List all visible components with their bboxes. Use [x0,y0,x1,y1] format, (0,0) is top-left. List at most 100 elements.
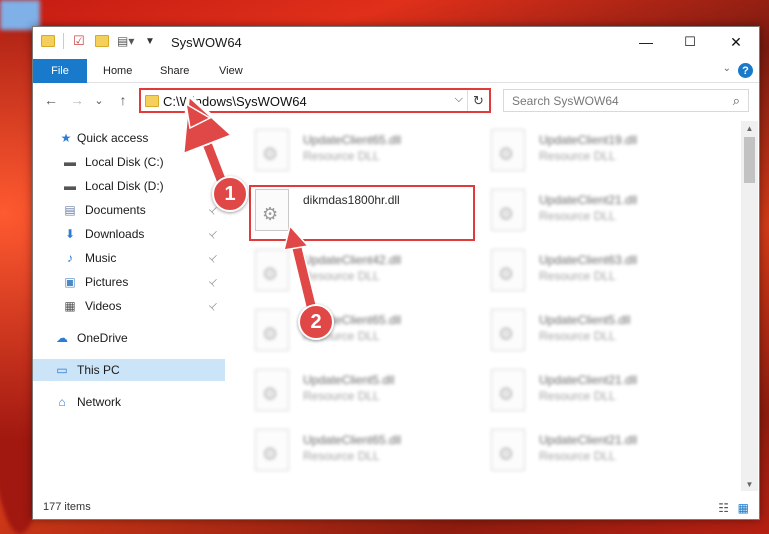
gear-icon: ⚙ [262,384,279,404]
scrollbar-thumb[interactable] [744,137,755,183]
chevron-down-icon[interactable]: ⌄ [723,63,731,74]
search-icon[interactable]: ⌕ [733,93,740,109]
up-button[interactable]: ↑ [113,89,133,111]
file-name: UpdateClient21.dll [539,373,638,387]
sidebar-item-label: OneDrive [77,331,128,345]
file-type: Resource DLL [539,389,616,403]
recent-locations-button[interactable]: ⌄ [89,89,109,111]
file-name: UpdateClient21.dll [539,193,638,207]
sidebar-item-documents[interactable]: ▤ Documents ⊥ [33,199,225,221]
sidebar-item-local-disk-d[interactable]: ▬ Local Disk (D:) [33,175,225,197]
large-icons-view-icon[interactable]: ▦ [738,501,749,515]
tab-view[interactable]: View [219,59,243,83]
minimize-button[interactable]: — [623,27,669,57]
file-item[interactable]: ⚙ UpdateClient21.dll Resource DLL [491,185,711,237]
scroll-down-icon[interactable]: ▼ [741,477,758,491]
pictures-icon: ▣ [64,275,76,289]
file-type: Resource DLL [539,329,616,343]
customize-toolbar-icon[interactable]: ▤▾ [117,34,134,48]
scroll-up-icon[interactable]: ▲ [741,121,758,135]
sidebar-item-network[interactable]: ⌂ Network [33,391,225,413]
search-box[interactable]: Search SysWOW64 ⌕ [503,89,749,112]
sidebar-item-label: Videos [85,299,122,313]
separator [63,33,64,49]
file-name: UpdateClient42.dll [303,253,402,267]
tab-file[interactable]: File [33,59,87,83]
gear-icon: ⚙ [498,384,515,404]
sidebar-item-quick-access[interactable]: ★ Quick access [33,127,225,149]
documents-icon: ▤ [64,203,76,217]
gear-icon: ⚙ [498,444,515,464]
file-item[interactable]: ⚙ UpdateClient5.dll Resource DLL [491,305,711,357]
forward-button[interactable]: → [67,89,87,111]
tab-share[interactable]: Share [160,59,189,83]
back-button[interactable]: ← [41,89,61,111]
file-item[interactable]: ⚙ UpdateClient19.dll Resource DLL [491,125,711,177]
file-item[interactable]: ⚙ UpdateClient65.dll Resource DLL [255,125,475,177]
file-name: UpdateClient65.dll [303,133,402,147]
folder-icon [41,35,55,49]
quick-access-dropdown-icon[interactable]: ▼ [145,36,159,50]
file-type: Resource DLL [539,149,616,163]
callout-badge-1: 1 [212,176,248,212]
item-count: 177 items [43,501,91,513]
dll-file-icon: ⚙ [255,369,289,411]
tab-home[interactable]: Home [103,59,132,83]
address-path[interactable]: C:\Windows\SysWOW64 [163,94,307,109]
dll-file-icon: ⚙ [491,429,525,471]
file-name: UpdateClient5.dll [539,313,631,327]
file-item[interactable]: ⚙ UpdateClient42.dll Resource DLL [255,245,475,297]
sidebar-item-label: Pictures [85,275,129,289]
gear-icon: ⚙ [262,324,279,344]
gear-icon: ⚙ [498,144,515,164]
dll-file-icon: ⚙ [491,249,525,291]
sidebar-item-label: Network [77,395,122,409]
file-type: Resource DLL [303,449,380,463]
sidebar-item-videos[interactable]: ▦ Videos ⊥ [33,295,225,317]
file-item[interactable]: ⚙ UpdateClient65.dll Resource DLL [255,425,475,477]
file-type: Resource DLL [303,269,380,283]
search-input[interactable]: Search SysWOW64 [512,94,619,108]
sidebar-item-label: Documents [85,203,146,217]
help-icon[interactable]: ? [738,63,753,78]
file-item[interactable]: ⚙ UpdateClient21.dll Resource DLL [491,425,711,477]
computer-icon: ▭ [56,363,68,377]
refresh-icon[interactable]: ↻ [467,90,489,111]
close-button[interactable]: ✕ [713,27,759,57]
dll-file-icon: ⚙ [255,249,289,291]
pin-icon: ⊥ [206,227,221,241]
details-view-icon[interactable]: ☷ [718,501,729,515]
file-item[interactable]: ⚙ UpdateClient63.dll Resource DLL [491,245,711,297]
file-type: Resource DLL [303,389,380,403]
file-name: UpdateClient19.dll [539,133,638,147]
title-bar: ☑ ▤▾ ▼ SysWOW64 — ☐ ✕ [33,27,759,59]
sidebar-item-pictures[interactable]: ▣ Pictures ⊥ [33,271,225,293]
file-name: UpdateClient63.dll [539,253,638,267]
sidebar-item-onedrive[interactable]: ☁ OneDrive [33,327,225,349]
address-dropdown-icon[interactable]: ⌵ [455,93,463,106]
pin-icon: ⊥ [206,251,221,265]
maximize-button[interactable]: ☐ [667,27,713,57]
sidebar-item-label: Music [85,251,117,265]
new-folder-icon[interactable] [95,35,109,49]
pin-icon: ⊥ [206,275,221,289]
gear-icon: ⚙ [498,264,515,284]
dll-file-icon: ⚙ [491,189,525,231]
address-bar[interactable]: C:\Windows\SysWOW64 ⌵ ↻ [139,88,491,113]
sidebar-item-this-pc[interactable]: ▭ This PC [33,359,225,381]
properties-icon[interactable]: ☑ [73,33,87,48]
vertical-scrollbar[interactable]: ▲ ▼ [741,121,758,491]
window-title: SysWOW64 [171,35,242,50]
file-item[interactable]: ⚙ UpdateClient65.dll Resource DLL [255,305,475,357]
star-icon: ★ [60,131,72,145]
dll-file-icon: ⚙ [255,309,289,351]
folder-icon [145,95,159,107]
sidebar-item-local-disk-c[interactable]: ▬ Local Disk (C:) [33,151,225,173]
sidebar-item-label: Local Disk (D:) [85,179,164,193]
sidebar-item-music[interactable]: ♪ Music ⊥ [33,247,225,269]
file-item[interactable]: ⚙ UpdateClient21.dll Resource DLL [491,365,711,417]
sidebar-item-downloads[interactable]: ⬇ Downloads ⊥ [33,223,225,245]
sidebar-item-label: Quick access [77,131,149,145]
file-item[interactable]: ⚙ UpdateClient5.dll Resource DLL [255,365,475,417]
dll-file-icon: ⚙ [491,129,525,171]
